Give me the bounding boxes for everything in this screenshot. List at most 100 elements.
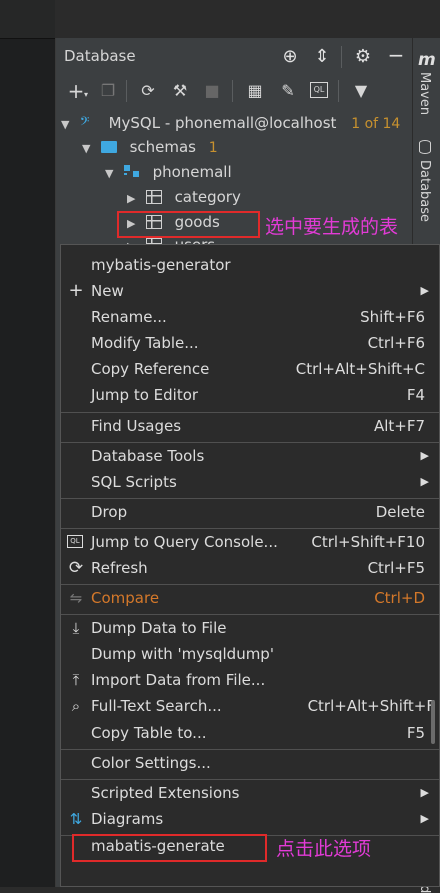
duplicate-icon: ❐ xyxy=(100,81,116,100)
menu-item-full-text-search[interactable]: ⌕ Full-Text Search... Ctrl+Alt+Shift+F xyxy=(61,693,439,719)
filter-icon[interactable]: ▼ xyxy=(350,80,372,102)
menu-item-shortcut: Shift+F6 xyxy=(360,308,425,326)
schemas-count: 1 xyxy=(208,140,218,156)
menu-item-scripted-extensions[interactable]: Scripted Extensions ▶ xyxy=(61,780,439,806)
tree-table-row[interactable]: ▶ category xyxy=(127,185,241,209)
compare-icon: ⇋ xyxy=(69,589,83,607)
menu-item-label: Drop xyxy=(91,503,128,521)
menu-item-database-tools[interactable]: Database Tools ▶ xyxy=(61,443,439,469)
submenu-arrow-icon: ▶ xyxy=(420,812,429,825)
menu-item-dump-data[interactable]: ⤓ Dump Data to File xyxy=(61,615,439,641)
menu-item-label: Jump to Query Console... xyxy=(91,533,278,551)
table-icon xyxy=(145,190,162,204)
collapse-all-icon[interactable]: ⇕ xyxy=(311,46,333,68)
submenu-arrow-icon: ▶ xyxy=(420,284,429,297)
editor-tab-bar xyxy=(0,0,55,39)
folder-icon xyxy=(100,141,117,153)
menu-item-jump-to-query-console[interactable]: QL Jump to Query Console... Ctrl+Shift+F… xyxy=(61,529,439,555)
menu-item-mybatis-generator[interactable]: mybatis-generator xyxy=(61,252,439,278)
menu-item-shortcut: F5 xyxy=(406,724,425,742)
menu-item-new[interactable]: + New ▶ xyxy=(61,278,439,304)
menu-item-label: Refresh xyxy=(91,559,148,577)
menu-item-modify-table[interactable]: Modify Table... Ctrl+F6 xyxy=(61,330,439,356)
menu-item-refresh[interactable]: ⟳ Refresh Ctrl+F5 xyxy=(61,555,439,581)
editor-area xyxy=(0,0,55,887)
gear-icon[interactable]: ⚙ xyxy=(352,46,374,68)
menu-item-shortcut: Delete xyxy=(375,503,425,521)
menu-item-copy-table[interactable]: Copy Table to... F5 xyxy=(61,720,439,746)
collapsed-arrow-icon[interactable]: ▶ xyxy=(127,187,141,211)
menu-item-compare[interactable]: ⇋ Compare Ctrl+D xyxy=(61,585,439,611)
menu-item-label: Scripted Extensions xyxy=(91,784,240,802)
mabatis-highlight-box xyxy=(72,834,267,862)
toolbar-separator xyxy=(338,80,339,102)
menu-item-find-usages[interactable]: Find Usages Alt+F7 xyxy=(61,413,439,439)
download-icon: ⤓ xyxy=(72,619,80,637)
refresh-icon[interactable]: ⟳ xyxy=(137,80,159,102)
menu-item-copy-reference[interactable]: Copy Reference Ctrl+Alt+Shift+C xyxy=(61,356,439,382)
query-console-icon: QL xyxy=(67,535,83,548)
edit-icon[interactable]: ✎ xyxy=(277,80,299,102)
schema-sync-icon[interactable]: ⚒ xyxy=(169,80,191,102)
diagram-icon: ⇅ xyxy=(69,810,83,828)
toolbar-separator xyxy=(232,80,233,102)
menu-item-shortcut: Alt+F7 xyxy=(373,417,425,435)
tree-schema-row[interactable]: ▼ phonemall xyxy=(105,160,232,184)
context-menu: mybatis-generator + New ▶ Rename... Shif… xyxy=(60,244,440,887)
toolbar-separator xyxy=(126,80,127,102)
menu-item-label: Dump with 'mysqldump' xyxy=(91,645,274,663)
menu-item-label: Copy Reference xyxy=(91,360,210,378)
menu-item-label: mybatis-generator xyxy=(91,256,231,274)
menu-item-shortcut: Ctrl+Alt+Shift+F xyxy=(307,697,435,715)
menu-item-label: Color Settings... xyxy=(91,754,211,772)
database-tab-icon[interactable] xyxy=(419,140,431,154)
submenu-arrow-icon: ▶ xyxy=(420,786,429,799)
tree-connection-row[interactable]: ▼ 𝄢 MySQL - phonemall@localhost 1 of 14 xyxy=(61,111,400,135)
maven-tab[interactable]: Maven xyxy=(417,72,432,115)
menu-item-drop[interactable]: Drop Delete xyxy=(61,499,439,525)
table-icon[interactable]: ▦ xyxy=(244,80,266,102)
submenu-arrow-icon: ▶ xyxy=(420,449,429,462)
menu-item-rename[interactable]: Rename... Shift+F6 xyxy=(61,304,439,330)
maven-m-icon[interactable]: m xyxy=(418,50,436,70)
menu-item-sql-scripts[interactable]: SQL Scripts ▶ xyxy=(61,469,439,495)
search-icon: ⌕ xyxy=(71,697,81,715)
menu-item-label: SQL Scripts xyxy=(91,473,177,491)
menu-item-label: Dump Data to File xyxy=(91,619,227,637)
expanded-arrow-icon[interactable]: ▼ xyxy=(82,137,96,161)
add-dropdown-icon[interactable]: ▾ xyxy=(84,90,88,99)
menu-item-label: Copy Table to... xyxy=(91,724,207,742)
menu-item-shortcut: Ctrl+D xyxy=(374,589,425,607)
menu-item-shortcut: F4 xyxy=(406,386,425,404)
schema-name: phonemall xyxy=(152,163,232,181)
target-icon[interactable]: ⊕ xyxy=(279,46,301,68)
menu-item-dump-mysqldump[interactable]: Dump with 'mysqldump' xyxy=(61,641,439,667)
menu-item-shortcut: Ctrl+Shift+F10 xyxy=(311,533,425,551)
refresh-icon: ⟳ xyxy=(68,558,84,578)
query-console-icon[interactable]: QL xyxy=(310,82,328,98)
scrollbar-thumb[interactable] xyxy=(431,700,435,744)
mysql-dolphin-icon: 𝄢 xyxy=(79,114,90,132)
menu-item-import-data[interactable]: ⤒ Import Data from File... xyxy=(61,667,439,693)
menu-item-shortcut: Ctrl+Alt+Shift+C xyxy=(295,360,425,378)
goods-highlight-box xyxy=(117,211,260,238)
minimize-icon[interactable]: − xyxy=(385,44,407,66)
menu-item-label: Find Usages xyxy=(91,417,182,435)
database-tab[interactable]: Database xyxy=(417,160,432,222)
panel-title: Database xyxy=(64,47,136,65)
header-separator xyxy=(341,46,342,68)
expanded-arrow-icon[interactable]: ▼ xyxy=(61,113,75,137)
menu-item-label: Compare xyxy=(91,589,160,607)
menu-item-label: Jump to Editor xyxy=(91,386,199,404)
menu-item-label: Diagrams xyxy=(91,810,164,828)
menu-item-diagrams[interactable]: ⇅ Diagrams ▶ xyxy=(61,806,439,832)
schemas-label: schemas xyxy=(129,138,196,156)
menu-item-color-settings[interactable]: Color Settings... xyxy=(61,750,439,776)
tree-schemas-row[interactable]: ▼ schemas 1 xyxy=(82,135,218,159)
menu-item-jump-to-editor[interactable]: Jump to Editor F4 xyxy=(61,382,439,408)
stop-icon: ■ xyxy=(204,81,220,100)
expanded-arrow-icon[interactable]: ▼ xyxy=(105,162,119,186)
schema-icon xyxy=(123,165,140,179)
menu-item-shortcut: Ctrl+F6 xyxy=(367,334,425,352)
plus-icon: + xyxy=(68,280,84,301)
